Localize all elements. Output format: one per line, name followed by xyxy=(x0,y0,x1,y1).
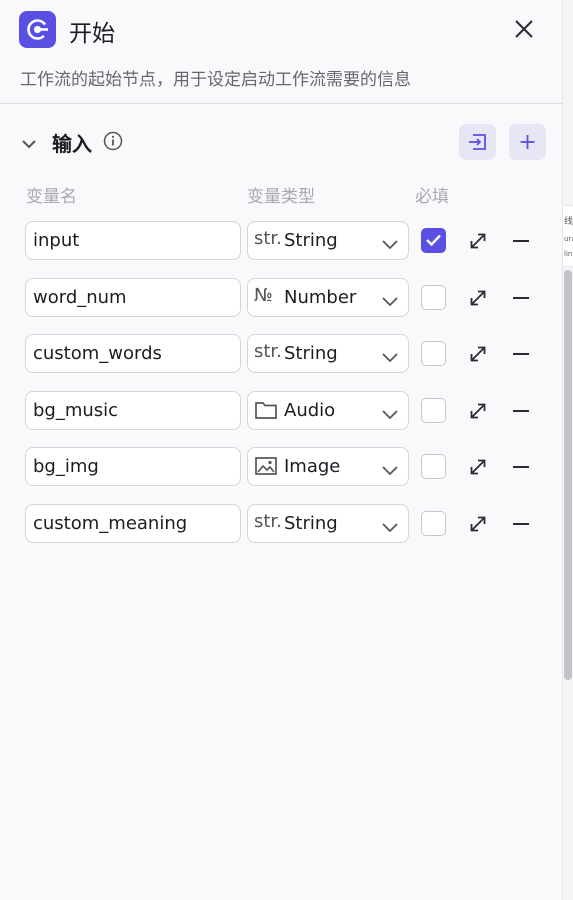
required-checkbox[interactable] xyxy=(421,341,446,366)
column-header-required: 必填 xyxy=(415,187,449,207)
variable-name-input[interactable]: custom_words xyxy=(25,334,241,373)
variable-type-select[interactable]: str. String xyxy=(247,504,409,543)
panel-description: 工作流的起始节点，用于设定启动工作流需要的信息 xyxy=(20,70,411,90)
variable-row: input str. String xyxy=(0,221,563,261)
input-section-header: 输入 xyxy=(0,120,563,164)
remove-variable-button[interactable] xyxy=(513,353,529,355)
peek-text: ura xyxy=(564,235,573,243)
chevron-down-icon xyxy=(381,292,399,311)
variable-name-input[interactable]: word_num xyxy=(25,278,241,317)
required-checkbox[interactable] xyxy=(421,454,446,479)
variable-row: bg_music Audio xyxy=(0,391,563,431)
variable-type-label: Audio xyxy=(284,400,336,421)
remove-variable-button[interactable] xyxy=(513,523,529,525)
plus-icon xyxy=(520,135,535,149)
remove-variable-button[interactable] xyxy=(513,297,529,299)
expand-icon[interactable] xyxy=(468,231,488,255)
chevron-down-icon xyxy=(381,235,399,254)
peek-text: 线 xyxy=(564,217,573,227)
variable-row: custom_words str. String xyxy=(0,334,563,374)
start-node-icon xyxy=(19,11,56,48)
variable-name-input[interactable]: bg_music xyxy=(25,391,241,430)
required-checkbox[interactable] xyxy=(421,398,446,423)
expand-icon[interactable] xyxy=(468,288,488,312)
close-icon[interactable] xyxy=(512,17,536,41)
column-header-type: 变量类型 xyxy=(247,187,315,207)
chevron-down-icon xyxy=(381,518,399,537)
variable-type-label: String xyxy=(284,230,338,251)
variable-row: word_num № Number xyxy=(0,278,563,318)
folder-icon xyxy=(254,400,278,425)
required-checkbox[interactable] xyxy=(421,285,446,310)
variable-type-select[interactable]: Image xyxy=(247,447,409,486)
expand-icon[interactable] xyxy=(468,514,488,538)
image-icon xyxy=(254,456,278,481)
expand-icon[interactable] xyxy=(468,401,488,425)
variable-type-label: String xyxy=(284,513,338,534)
variable-type-label: Number xyxy=(284,287,357,308)
type-icon: str. xyxy=(254,511,282,532)
chevron-down-icon xyxy=(381,461,399,480)
variable-type-select[interactable]: str. String xyxy=(247,221,409,260)
check-icon xyxy=(426,234,441,247)
variable-name-input[interactable]: custom_meaning xyxy=(25,504,241,543)
chevron-down-icon xyxy=(381,348,399,367)
scrollbar-thumb[interactable] xyxy=(564,270,572,680)
required-checkbox[interactable] xyxy=(421,228,446,253)
variable-type-label: String xyxy=(284,343,338,364)
import-icon xyxy=(469,134,486,150)
column-header-name: 变量名 xyxy=(26,187,77,207)
add-variable-button[interactable] xyxy=(509,124,546,160)
variable-type-select[interactable]: № Number xyxy=(247,278,409,317)
info-icon[interactable] xyxy=(103,131,123,155)
remove-variable-button[interactable] xyxy=(513,240,529,242)
panel-header: 开始 工作流的起始节点，用于设定启动工作流需要的信息 xyxy=(0,0,563,104)
variable-type-select[interactable]: Audio xyxy=(247,391,409,430)
remove-variable-button[interactable] xyxy=(513,410,529,412)
start-node-panel: 开始 工作流的起始节点，用于设定启动工作流需要的信息 输入 变量名 变量类型 必… xyxy=(0,0,563,900)
variable-type-label: Image xyxy=(284,456,341,477)
import-button[interactable] xyxy=(459,124,496,160)
expand-icon[interactable] xyxy=(468,457,488,481)
expand-icon[interactable] xyxy=(468,344,488,368)
background-canvas-peek: 线 ura lin xyxy=(563,205,573,267)
input-section-title: 输入 xyxy=(52,132,92,156)
required-checkbox[interactable] xyxy=(421,511,446,536)
panel-title: 开始 xyxy=(69,21,115,47)
variable-row: bg_img Image xyxy=(0,447,563,487)
type-icon: str. xyxy=(254,228,282,249)
chevron-down-icon xyxy=(381,405,399,424)
variable-name-input[interactable]: bg_img xyxy=(25,447,241,486)
type-icon: № xyxy=(254,285,273,306)
chevron-down-icon[interactable] xyxy=(21,135,37,154)
variable-type-select[interactable]: str. String xyxy=(247,334,409,373)
variable-name-input[interactable]: input xyxy=(25,221,241,260)
type-icon: str. xyxy=(254,341,282,362)
peek-text: lin xyxy=(564,250,573,258)
variable-row: custom_meaning str. String xyxy=(0,504,563,544)
remove-variable-button[interactable] xyxy=(513,466,529,468)
